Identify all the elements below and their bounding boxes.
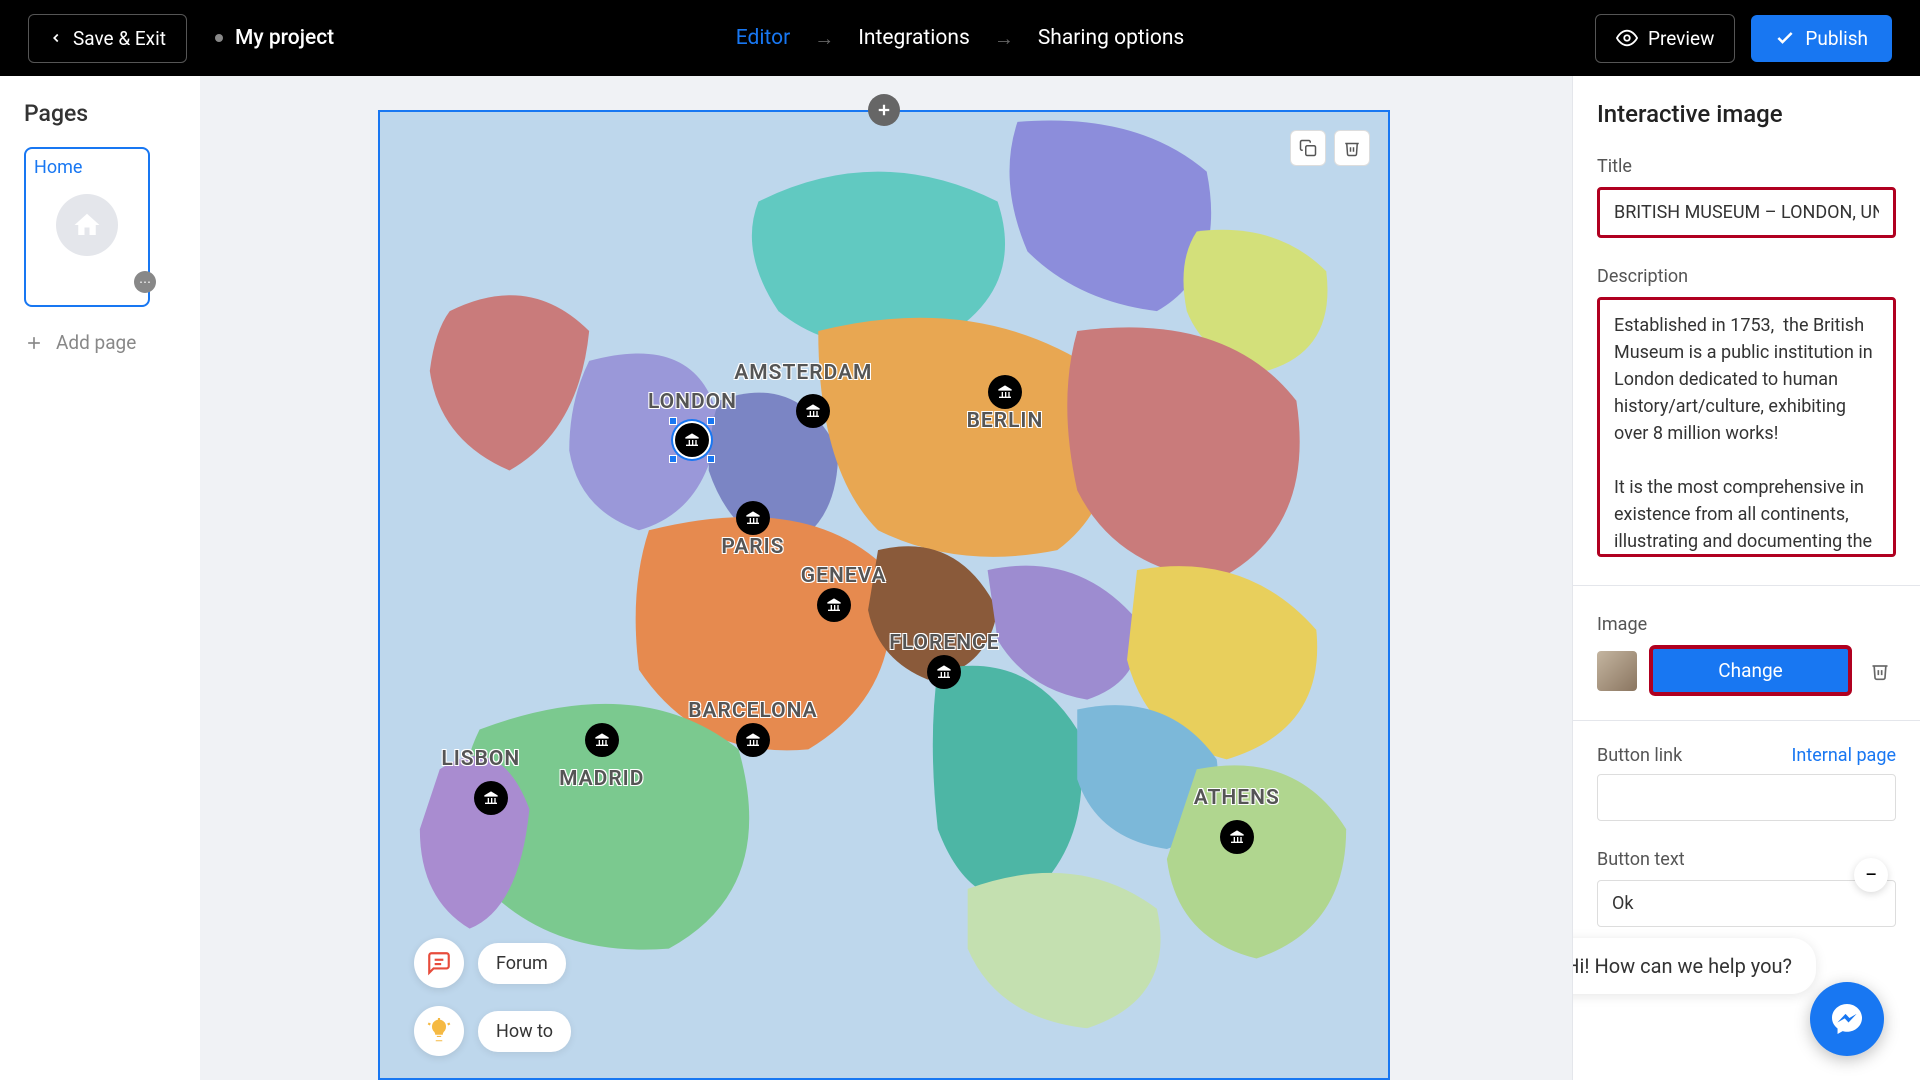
museum-icon [805,403,821,419]
pin-geneva[interactable] [817,588,851,622]
label-madrid: MADRID [559,767,644,791]
messenger-icon [1829,1001,1865,1037]
plus-icon [875,101,893,119]
museum-icon [997,384,1013,400]
museum-icon [745,732,761,748]
nav-sharing[interactable]: Sharing options [1038,26,1184,50]
check-icon [1775,28,1795,48]
arrow-right-icon: → [994,26,1014,51]
trash-icon [1870,661,1890,681]
label-florence: FLORENCE [889,631,999,655]
editor-canvas[interactable]: LONDON AMSTERDAM BERLIN PARIS GENEVA FLO… [200,76,1572,1080]
forum-icon [414,938,464,988]
label-description: Description [1597,266,1896,287]
howto-button[interactable]: How to [478,1011,571,1052]
interactive-map[interactable]: LONDON AMSTERDAM BERLIN PARIS GENEVA FLO… [378,110,1390,1080]
save-exit-label: Save & Exit [73,27,166,50]
chat-fab-button[interactable] [1810,982,1884,1056]
page-menu-button[interactable]: ⋯ [134,271,156,293]
top-bar: Save & Exit My project Editor → Integrat… [0,0,1920,76]
museum-icon [936,664,952,680]
divider [1573,585,1920,586]
arrow-right-icon: → [814,26,834,51]
museum-icon [594,732,610,748]
pin-madrid[interactable] [585,723,619,757]
pin-lisbon[interactable] [474,781,508,815]
page-thumb-label: Home [34,157,140,178]
label-lisbon: LISBON [441,747,520,771]
title-input[interactable] [1597,187,1896,238]
forum-button[interactable]: Forum [478,943,566,984]
museum-icon [483,790,499,806]
internal-page-link[interactable]: Internal page [1792,745,1897,766]
museum-icon [1229,829,1245,845]
page-thumbnail-home[interactable]: Home ⋯ [24,147,150,307]
pin-paris[interactable] [736,501,770,535]
change-image-button[interactable]: Change [1649,645,1852,696]
chat-greeting[interactable]: Hi! How can we help you? [1572,938,1816,994]
europe-map-svg [380,112,1388,1078]
label-paris: PARIS [721,535,784,559]
pin-athens[interactable] [1220,820,1254,854]
museum-icon [826,597,842,613]
panel-title: Interactive image [1597,100,1896,128]
label-athens: ATHENS [1194,786,1280,810]
label-title: Title [1597,156,1896,177]
pin-london[interactable] [675,423,709,457]
project-name[interactable]: My project [215,26,334,50]
sidebar-pages: Pages Home ⋯ Add page [0,76,200,1080]
delete-image-button[interactable] [1864,655,1896,687]
pin-amsterdam[interactable] [796,394,830,428]
lightbulb-icon [414,1006,464,1056]
button-text-input[interactable] [1597,880,1896,927]
label-button-link: Button link [1597,745,1682,766]
description-textarea[interactable] [1597,297,1896,557]
label-london: LONDON [648,390,737,414]
pin-berlin[interactable] [988,375,1022,409]
pin-barcelona[interactable] [736,723,770,757]
publish-button[interactable]: Publish [1751,15,1892,62]
image-thumbnail[interactable] [1597,651,1637,691]
label-amsterdam: AMSTERDAM [734,361,872,385]
label-barcelona: BARCELONA [688,699,818,723]
label-button-text: Button text [1597,849,1896,870]
museum-icon [745,510,761,526]
plus-icon [24,333,44,353]
chat-minimize-button[interactable]: − [1854,858,1888,892]
nav-editor[interactable]: Editor [736,26,790,50]
label-image: Image [1597,614,1896,635]
add-element-button[interactable] [868,94,900,126]
museum-icon [684,432,700,448]
add-page-button[interactable]: Add page [24,331,176,354]
chevron-left-icon [49,31,63,45]
divider [1573,720,1920,721]
properties-panel: Interactive image Title Description Imag… [1572,76,1920,1080]
status-dot-icon [215,34,223,42]
home-icon [56,194,118,256]
delete-button[interactable] [1334,130,1370,166]
label-geneva: GENEVA [801,564,887,588]
save-exit-button[interactable]: Save & Exit [28,14,187,63]
pin-florence[interactable] [927,655,961,689]
preview-button[interactable]: Preview [1595,14,1735,63]
duplicate-button[interactable] [1290,130,1326,166]
label-berlin: BERLIN [967,409,1044,433]
copy-icon [1299,139,1317,157]
trash-icon [1343,139,1361,157]
pages-heading: Pages [24,100,176,127]
nav-integrations[interactable]: Integrations [858,26,970,50]
button-link-input[interactable] [1597,774,1896,821]
eye-icon [1616,27,1638,49]
